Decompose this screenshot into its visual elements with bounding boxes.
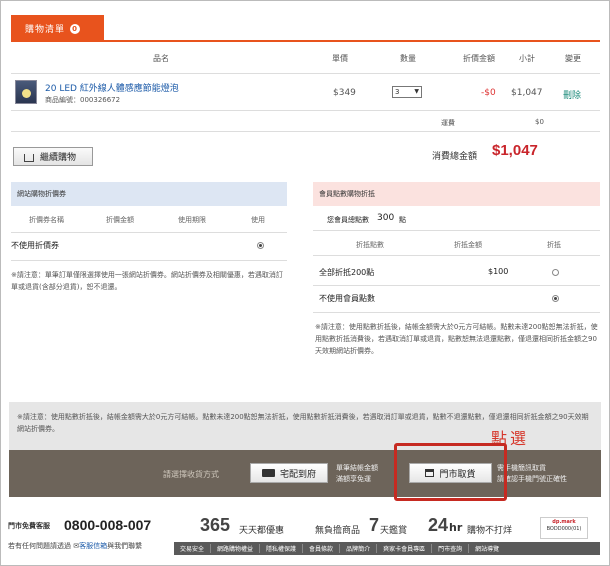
contact-prefix: 若有任何問題請透過 bbox=[8, 542, 71, 550]
tab-label: 購物清單 bbox=[25, 25, 66, 35]
cart-icon bbox=[24, 153, 34, 162]
home-delivery-label: 宅配到府 bbox=[279, 469, 316, 480]
chevron-down-icon: ▼ bbox=[414, 88, 419, 95]
points-all-radio[interactable] bbox=[552, 269, 559, 276]
footer-links: 交易安全 網路購物權益 隱私權保護 會員條款 品牌簡介 爽家卡會員專區 門市查詢… bbox=[174, 542, 600, 555]
coupon-col-expiry: 使用期限 bbox=[178, 216, 206, 224]
delivery-prompt: 請選擇收貨方式 bbox=[163, 470, 219, 479]
dpmark-logo: dp.mark BODD000(01) bbox=[540, 517, 588, 539]
points-none-label: 不使用會員點數 bbox=[319, 294, 375, 303]
delete-link[interactable]: 刪除 bbox=[563, 88, 581, 101]
home-delivery-note-2: 滿額享免運 bbox=[336, 475, 371, 483]
tab-badge: 0 bbox=[70, 23, 81, 34]
footer-link-terms[interactable]: 會員條款 bbox=[303, 544, 341, 553]
shipping-value: $0 bbox=[535, 118, 544, 126]
item-discount: -$0 bbox=[481, 88, 496, 98]
points-note: ※請注意：使用點數折抵後，結帳金額需大於0元方可結帳。點數未達200點恕無法折抵… bbox=[315, 323, 598, 355]
contact-text: 若有任何問題請透過 ✉客服信箱與我們聯繫 bbox=[8, 541, 142, 551]
shipping-label: 運費 bbox=[441, 119, 455, 127]
points-col-use: 折抵 bbox=[547, 241, 561, 249]
points-all-amount: $100 bbox=[488, 267, 509, 276]
points-all-label: 全部折抵200點 bbox=[319, 268, 375, 277]
coupon-none-label: 不使用折價券 bbox=[11, 241, 59, 250]
points-panel: 會員點數購物折抵 您會員總點數 300 點 折抵點數 折抵金額 折抵 全部折抵2… bbox=[313, 182, 600, 387]
footer: 門市免費客服 0800-008-007 若有任何問題請透過 ✉客服信箱與我們聯繫… bbox=[6, 515, 606, 561]
footer-link-stores[interactable]: 門市查詢 bbox=[432, 544, 470, 553]
footer-link-sitemap[interactable]: 網站導覽 bbox=[469, 544, 505, 553]
coupon-panel: 網站購物折價券 折價券名稱 折價金額 使用期限 使用 不使用折價券 ※請注意：單… bbox=[11, 182, 287, 387]
promo-7-number: 7 bbox=[369, 515, 380, 535]
footer-link-safety[interactable]: 交易安全 bbox=[174, 544, 212, 553]
coupon-col-use: 使用 bbox=[251, 216, 265, 224]
promo-7-text: 天鑑賞 bbox=[380, 526, 408, 536]
footer-link-member[interactable]: 爽家卡會員專區 bbox=[377, 544, 433, 553]
promo-24-hr: hr bbox=[449, 521, 463, 534]
quantity-value: 3 bbox=[395, 88, 400, 96]
coupon-col-amount: 折價金額 bbox=[106, 216, 134, 224]
coupon-note: ※請注意：單筆訂單僅限選擇使用一張網站折價券。網站折價券及相關優惠，若遇取消訂單… bbox=[11, 271, 283, 291]
total-value: $1,047 bbox=[492, 142, 538, 159]
divider bbox=[313, 312, 600, 313]
total-points-unit: 點 bbox=[399, 216, 406, 224]
highlight-box bbox=[394, 443, 507, 501]
total-points-label: 您會員總點數 bbox=[327, 216, 369, 224]
promo-7-prefix: 無負擔商品 bbox=[315, 526, 361, 536]
total-points-value: 300 bbox=[377, 213, 395, 223]
footer-link-rights[interactable]: 網路購物權益 bbox=[211, 544, 261, 553]
continue-shopping-label: 繼續購物 bbox=[40, 153, 77, 163]
col-discount: 折價金額 bbox=[463, 54, 495, 63]
item-subtotal: $1,047 bbox=[511, 88, 543, 98]
home-delivery-button[interactable]: 宅配到府 bbox=[250, 463, 328, 483]
col-qty: 數量 bbox=[400, 54, 416, 63]
points-col-amount: 折抵金額 bbox=[454, 241, 482, 249]
col-price: 單價 bbox=[332, 54, 348, 63]
hotline-label: 門市免費客服 bbox=[8, 522, 50, 530]
store-pickup-note-2: 請確認手機門號正確性 bbox=[497, 475, 567, 483]
cart-item-row: 20 LED 紅外線人體感應節能燈泡 商品編號：000326672 $349 3… bbox=[11, 73, 600, 111]
total-label: 消費總金額 bbox=[432, 152, 478, 162]
col-change: 變更 bbox=[565, 54, 581, 63]
quantity-select[interactable]: 3 ▼ bbox=[392, 86, 422, 98]
divider bbox=[313, 255, 600, 256]
divider bbox=[313, 285, 600, 286]
points-col-points: 折抵點數 bbox=[356, 241, 384, 249]
product-code: 商品編號：000326672 bbox=[45, 96, 121, 104]
footer-link-brand[interactable]: 品牌簡介 bbox=[340, 544, 378, 553]
item-price: $349 bbox=[333, 88, 356, 98]
logo-line-2: BODD000(01) bbox=[546, 526, 582, 532]
cart-table-header: 品名 單價 數量 折價金額 小計 變更 bbox=[11, 48, 600, 70]
promo-24-text: 購物不打烊 bbox=[467, 526, 513, 536]
col-name: 品名 bbox=[153, 54, 169, 63]
delivery-bar: 請選擇收貨方式 宅配到府 單筆結帳金額 滿額享免運 門市取貨 需手機簡訊取貨 請… bbox=[9, 450, 601, 497]
divider bbox=[11, 232, 287, 233]
tab-bar: 購物清單 0 bbox=[11, 15, 600, 42]
coupon-none-radio[interactable] bbox=[257, 242, 264, 249]
contact-suffix: 與我們聯繫 bbox=[107, 542, 143, 550]
tab-shopping-list[interactable]: 購物清單 0 bbox=[11, 15, 104, 42]
service-mail-link[interactable]: 客服信箱 bbox=[79, 542, 107, 550]
divider bbox=[11, 260, 287, 261]
hotline-number: 0800-008-007 bbox=[64, 517, 152, 533]
continue-shopping-button[interactable]: 繼續購物 bbox=[13, 147, 93, 166]
points-panel-title: 會員點數購物折抵 bbox=[313, 182, 600, 206]
promo-365-number: 365 bbox=[200, 515, 231, 535]
product-thumbnail[interactable] bbox=[15, 80, 37, 104]
footer-link-privacy[interactable]: 隱私權保護 bbox=[260, 544, 304, 553]
truck-icon bbox=[261, 469, 275, 477]
promo-365-text: 天天都優惠 bbox=[239, 526, 285, 536]
points-none-radio[interactable] bbox=[552, 295, 559, 302]
page-frame: 購物清單 0 品名 單價 數量 折價金額 小計 變更 20 LED 紅外線人體感… bbox=[0, 0, 610, 566]
coupon-panel-title: 網站購物折價券 bbox=[11, 182, 287, 206]
coupon-col-name: 折價券名稱 bbox=[29, 216, 64, 224]
promo-24-number: 24 bbox=[428, 515, 449, 535]
product-name-link[interactable]: 20 LED 紅外線人體感應節能燈泡 bbox=[45, 81, 179, 94]
col-subtotal: 小計 bbox=[519, 54, 535, 63]
mail-icon: ✉ bbox=[71, 542, 80, 550]
logo-line-1: dp.mark bbox=[552, 519, 576, 525]
home-delivery-note-1: 單筆結帳金額 bbox=[336, 464, 378, 472]
divider bbox=[313, 230, 600, 231]
shipping-row: 運費 $0 bbox=[11, 114, 600, 132]
